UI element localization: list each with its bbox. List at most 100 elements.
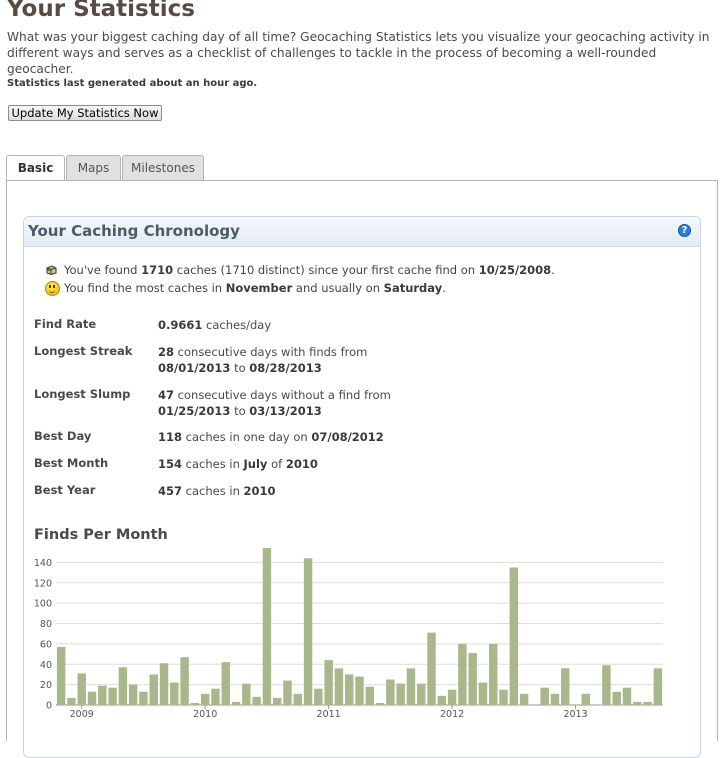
bar[interactable]: [540, 687, 549, 705]
bar[interactable]: [272, 697, 282, 705]
bar[interactable]: [283, 680, 292, 705]
bar[interactable]: [242, 683, 251, 705]
bar[interactable]: [355, 676, 364, 705]
bar[interactable]: [77, 673, 86, 705]
bar[interactable]: [406, 668, 416, 705]
bar[interactable]: [499, 689, 508, 705]
bar[interactable]: [324, 660, 333, 705]
bar[interactable]: [344, 674, 354, 705]
found-count: 1710: [141, 263, 174, 277]
stat-value: 0.9661 caches/day: [158, 317, 271, 333]
y-tick-label: 140: [34, 558, 52, 569]
bar[interactable]: [427, 632, 436, 705]
x-tick-label: 2009: [70, 709, 94, 720]
update-statistics-button[interactable]: Update My Statistics Now: [8, 105, 162, 121]
tab-milestones[interactable]: Milestones: [122, 155, 204, 180]
best-month-year: 2010: [285, 457, 318, 471]
bar[interactable]: [478, 682, 488, 705]
found-text-3: .: [551, 263, 555, 277]
bar[interactable]: [375, 702, 385, 705]
help-icon[interactable]: ?: [678, 224, 691, 237]
bar[interactable]: [653, 668, 663, 705]
bar[interactable]: [149, 674, 158, 705]
most-text-2: and usually on: [292, 281, 384, 295]
bar[interactable]: [190, 702, 200, 705]
bar[interactable]: [633, 701, 642, 705]
bar[interactable]: [170, 682, 179, 705]
bar[interactable]: [108, 687, 117, 705]
streak-text: consecutive days with finds from: [174, 345, 368, 359]
bar[interactable]: [365, 686, 375, 705]
most-day: Saturday: [383, 281, 443, 295]
bar[interactable]: [509, 567, 519, 705]
bar[interactable]: [56, 646, 66, 705]
bar[interactable]: [252, 696, 261, 705]
streak-from: 08/01/2013: [158, 361, 231, 375]
slump-from: 01/25/2013: [158, 404, 231, 418]
bar[interactable]: [602, 665, 611, 705]
bar[interactable]: [437, 695, 447, 705]
best-month-text: caches in: [182, 457, 244, 471]
bar[interactable]: [118, 667, 128, 705]
bar[interactable]: [221, 662, 230, 705]
stat-label: Best Day: [34, 429, 92, 443]
bar[interactable]: [303, 558, 313, 705]
most-month: November: [225, 281, 293, 295]
bar[interactable]: [447, 689, 457, 705]
bar[interactable]: [561, 668, 570, 705]
bar[interactable]: [180, 657, 189, 705]
bar[interactable]: [314, 688, 323, 705]
stat-value: 28 consecutive days with finds from 08/01…: [158, 344, 367, 376]
stat-value: 118 caches in one day on 07/08/2012: [158, 429, 384, 445]
best-year-text: caches in: [182, 484, 244, 498]
bar[interactable]: [139, 691, 148, 705]
best-day-date: 07/08/2012: [311, 430, 384, 444]
tab-maps[interactable]: Maps: [66, 155, 121, 180]
streak-to-word: to: [230, 361, 250, 375]
bar[interactable]: [622, 687, 632, 705]
bar[interactable]: [458, 643, 467, 706]
bar[interactable]: [262, 548, 272, 705]
best-month-of: of: [267, 457, 286, 471]
bar[interactable]: [643, 701, 652, 705]
slump-to-word: to: [230, 404, 250, 418]
found-summary: You've found 1710 caches (1710 distinct)…: [45, 261, 555, 279]
bar[interactable]: [200, 693, 210, 705]
bar[interactable]: [87, 691, 97, 705]
bar[interactable]: [581, 693, 591, 705]
bar[interactable]: [396, 683, 405, 705]
tab-basic[interactable]: Basic: [6, 155, 65, 182]
bar[interactable]: [417, 683, 426, 705]
slump-to: 03/13/2013: [249, 404, 322, 418]
intro-text: What was your biggest caching day of all…: [7, 30, 710, 76]
most-summary: You find the most caches in November and…: [45, 279, 555, 297]
chronology-header: Your Caching Chronology ?: [24, 217, 700, 247]
stat-value: 457 caches in 2010: [158, 483, 276, 499]
bar[interactable]: [334, 668, 344, 705]
bar[interactable]: [128, 684, 138, 706]
bar[interactable]: [159, 663, 169, 705]
bar[interactable]: [211, 688, 220, 705]
best-year-year: 2010: [243, 484, 276, 498]
bar[interactable]: [489, 643, 498, 706]
bar[interactable]: [612, 691, 621, 705]
best-day-text: caches in one day on: [182, 430, 312, 444]
y-tick-label: 80: [40, 619, 52, 630]
bar[interactable]: [231, 701, 241, 705]
stat-label: Best Month: [34, 456, 109, 470]
bar[interactable]: [293, 693, 302, 705]
y-tick-label: 120: [34, 578, 52, 589]
y-tick-label: 40: [40, 660, 52, 671]
y-tick-label: 100: [34, 599, 52, 610]
cache-box-icon: [46, 265, 57, 275]
bar[interactable]: [519, 693, 529, 705]
slump-value: 47: [158, 388, 175, 402]
bar[interactable]: [468, 653, 477, 705]
bar[interactable]: [98, 685, 107, 705]
first-find-date: 10/25/2008: [478, 263, 552, 277]
stat-label: Best Year: [34, 483, 96, 497]
bar[interactable]: [550, 693, 560, 705]
streak-value: 28: [158, 345, 175, 359]
bar[interactable]: [386, 679, 395, 705]
bar[interactable]: [67, 697, 76, 705]
